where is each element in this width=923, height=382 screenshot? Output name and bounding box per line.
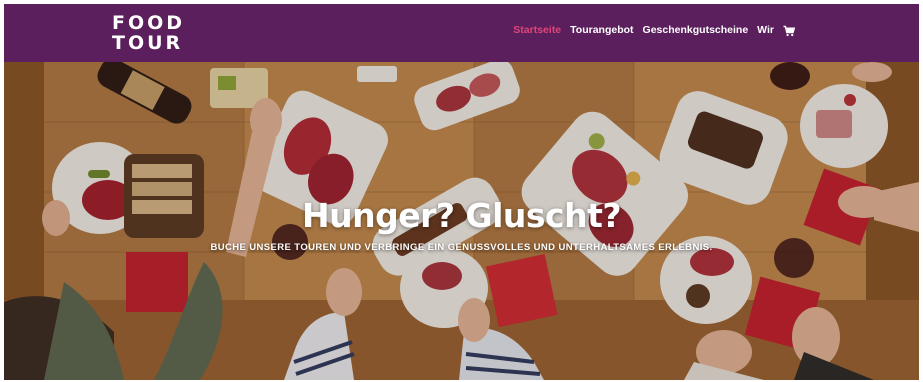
hero-banner: Hunger? Gluscht? BUCHE UNSERE TOUREN UND… bbox=[4, 62, 919, 380]
nav-item-geschenkgutscheine[interactable]: Geschenkgutscheine bbox=[643, 24, 749, 36]
logo-line-2: TOUR bbox=[112, 32, 184, 54]
logo-line-1: FOOD bbox=[112, 12, 186, 34]
main-navigation: Startseite Tourangebot Geschenkgutschein… bbox=[513, 24, 796, 37]
food-tour-logo[interactable]: FOOD TOUR bbox=[112, 13, 192, 55]
nav-item-tourangebot[interactable]: Tourangebot bbox=[570, 24, 633, 36]
browser-viewport: FOOD TOUR Startseite Tourangebot Geschen… bbox=[4, 4, 919, 380]
hero-subtitle: BUCHE UNSERE TOUREN UND VERBRINGE EIN GE… bbox=[210, 242, 713, 253]
site-header: FOOD TOUR Startseite Tourangebot Geschen… bbox=[4, 4, 919, 62]
cart-icon[interactable] bbox=[783, 24, 796, 37]
hero-title: Hunger? Gluscht? bbox=[301, 196, 622, 235]
nav-item-wir[interactable]: Wir bbox=[757, 24, 774, 36]
nav-item-startseite[interactable]: Startseite bbox=[513, 24, 561, 36]
